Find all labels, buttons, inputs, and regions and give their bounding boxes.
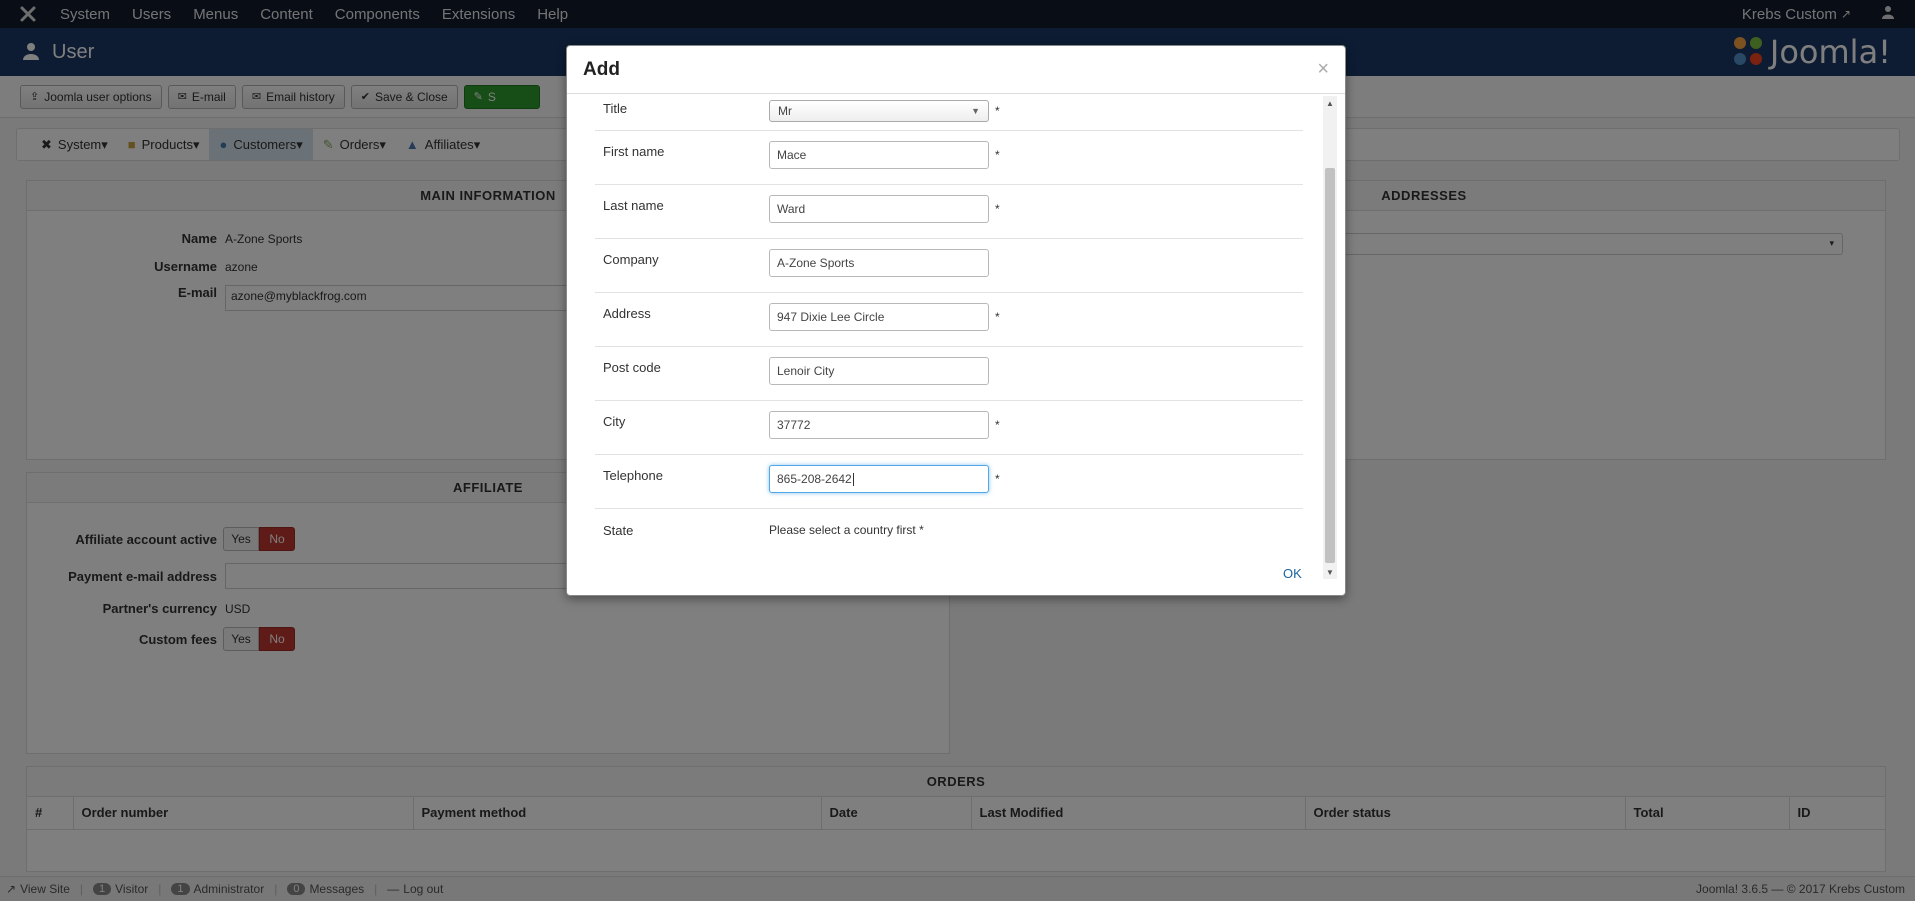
text-cursor xyxy=(852,472,854,486)
form-row-last-name: Last name Ward * xyxy=(595,185,1303,239)
form-row-first-name: First name Mace * xyxy=(595,131,1303,185)
form-row-telephone: Telephone 865-208-2642 * xyxy=(595,455,1303,509)
last-name-input[interactable]: Ward xyxy=(769,195,989,223)
title-label: Title xyxy=(603,101,628,116)
modal-body: Title Mr ▼ * First name Mace * Last name… xyxy=(567,94,1327,584)
first-name-input[interactable]: Mace xyxy=(769,141,989,169)
form-row-address: Address 947 Dixie Lee Circle * xyxy=(595,293,1303,347)
postcode-input[interactable]: Lenoir City xyxy=(769,357,989,385)
form-row-company: Company A-Zone Sports xyxy=(595,239,1303,293)
first-name-label: First name xyxy=(603,144,665,159)
company-input[interactable]: A-Zone Sports xyxy=(769,249,989,277)
add-address-modal: Add × Title Mr ▼ * First name Mace * Las… xyxy=(566,45,1346,596)
state-label: State xyxy=(603,523,634,538)
modal-title: Add xyxy=(583,58,620,80)
close-icon[interactable]: × xyxy=(1317,58,1329,81)
last-name-label: Last name xyxy=(603,198,664,213)
state-value: Please select a country first * xyxy=(769,523,924,537)
ok-button[interactable]: OK xyxy=(1283,566,1302,581)
required-mark: * xyxy=(995,202,1000,216)
form-row-state: State Please select a country first * xyxy=(595,509,1303,559)
title-select[interactable]: Mr ▼ xyxy=(769,100,989,122)
modal-scrollbar[interactable]: ▲ ▼ xyxy=(1323,96,1337,579)
required-mark: * xyxy=(995,148,1000,162)
scroll-down-icon[interactable]: ▼ xyxy=(1323,565,1337,579)
required-mark: * xyxy=(995,472,1000,486)
modal-header: Add × xyxy=(567,46,1345,94)
form-row-city: City 37772 * xyxy=(595,401,1303,455)
postcode-label: Post code xyxy=(603,360,661,375)
telephone-input[interactable]: 865-208-2642 xyxy=(769,465,989,493)
address-input[interactable]: 947 Dixie Lee Circle xyxy=(769,303,989,331)
required-mark: * xyxy=(995,418,1000,432)
form-row-postcode: Post code Lenoir City xyxy=(595,347,1303,401)
scroll-up-icon[interactable]: ▲ xyxy=(1323,96,1337,110)
city-input[interactable]: 37772 xyxy=(769,411,989,439)
city-label: City xyxy=(603,414,626,429)
company-label: Company xyxy=(603,252,659,267)
form-row-title: Title Mr ▼ * xyxy=(595,94,1303,131)
required-mark: * xyxy=(995,104,1000,118)
chevron-down-icon: ▼ xyxy=(971,106,980,116)
required-mark: * xyxy=(995,310,1000,324)
telephone-label: Telephone xyxy=(603,468,663,483)
scrollbar-thumb[interactable] xyxy=(1325,168,1335,563)
address-label: Address xyxy=(603,306,651,321)
